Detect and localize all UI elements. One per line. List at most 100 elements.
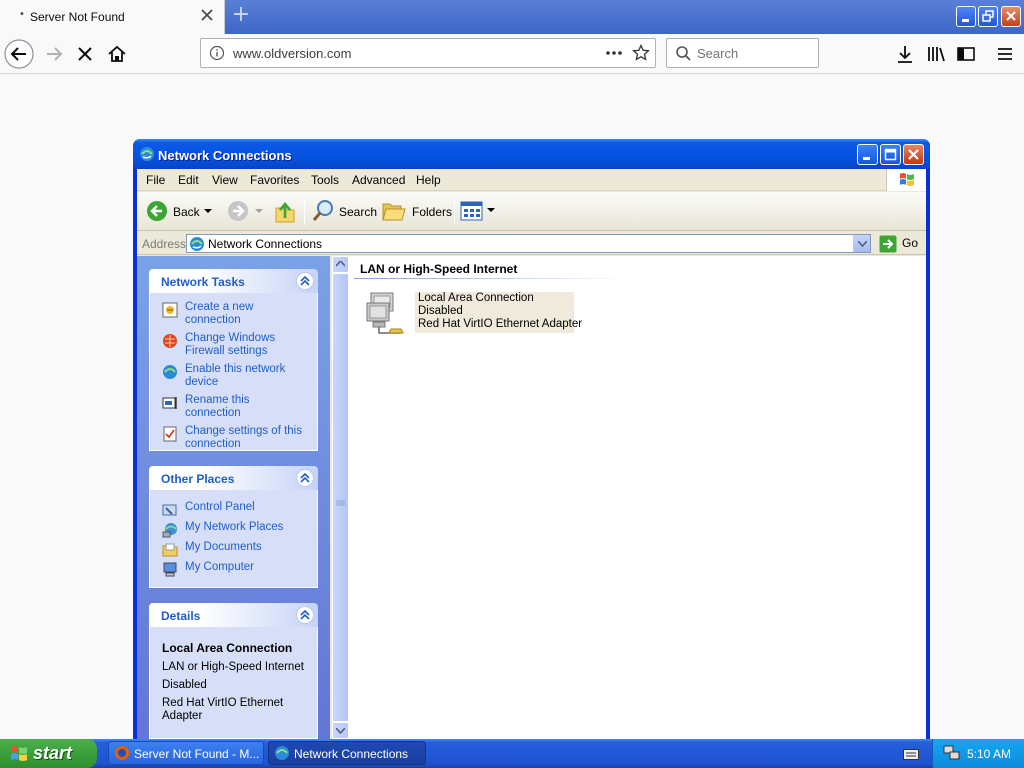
- network-connections-icon: [140, 147, 154, 161]
- task-enable-device[interactable]: Enable this network device: [162, 363, 307, 389]
- site-info-icon[interactable]: [209, 45, 225, 61]
- window-close-button[interactable]: [903, 144, 924, 165]
- browser-minimize-button[interactable]: [956, 6, 976, 27]
- menu-tools[interactable]: Tools: [311, 173, 339, 187]
- menu-favorites[interactable]: Favorites: [250, 173, 299, 187]
- vertical-scrollbar[interactable]: [332, 256, 349, 739]
- sidebar-icon[interactable]: [950, 38, 982, 70]
- browser-search-bar[interactable]: Search: [666, 38, 819, 68]
- task-label: Enable this network device: [185, 363, 286, 388]
- place-my-network-places[interactable]: My Network Places: [162, 521, 307, 538]
- network-places-icon: [162, 523, 177, 538]
- windows-logo: [886, 169, 926, 191]
- content-pane: LAN or High-Speed Internet Local Area Co…: [349, 256, 926, 739]
- collapse-chevron-icon[interactable]: [296, 272, 314, 290]
- start-label: start: [33, 743, 73, 763]
- search-button[interactable]: Search: [309, 197, 377, 225]
- task-create-connection[interactable]: Create a new connection: [162, 301, 307, 327]
- browser-close-button[interactable]: [1001, 6, 1021, 27]
- downloads-icon[interactable]: [889, 38, 921, 70]
- taskbar-button-network-connections[interactable]: Network Connections: [268, 741, 426, 765]
- address-dropdown-button[interactable]: [853, 235, 870, 252]
- menu-advanced[interactable]: Advanced: [352, 173, 405, 187]
- scroll-thumb[interactable]: [332, 273, 349, 722]
- task-firewall-settings[interactable]: Change Windows Firewall settings: [162, 332, 307, 358]
- folders-label: Folders: [412, 205, 453, 219]
- details-panel: Details Local Area Connection LAN or Hig…: [149, 603, 318, 739]
- window-title: Network Connections: [158, 148, 292, 163]
- task-label: Change settings of this connection: [185, 425, 302, 450]
- clock[interactable]: 5:10 AM: [967, 747, 1011, 761]
- window-title-bar[interactable]: Network Connections: [133, 139, 930, 169]
- network-connections-window: Network Connections File Edit View Favor…: [133, 139, 930, 739]
- menu-hamburger-icon[interactable]: [989, 38, 1021, 70]
- close-tab-icon[interactable]: [199, 7, 215, 23]
- minimize-icon: [962, 19, 969, 22]
- task-label: Rename this connection: [185, 394, 250, 419]
- go-label: Go: [902, 236, 919, 250]
- network-tasks-header[interactable]: Network Tasks: [149, 269, 318, 293]
- views-icon: [460, 201, 483, 221]
- search-magnifier-icon: [312, 200, 333, 221]
- details-title: Details: [161, 609, 201, 623]
- network-status-icon[interactable]: [943, 745, 961, 761]
- new-tab-button[interactable]: +: [230, 4, 252, 27]
- collapse-chevron-icon[interactable]: [296, 469, 314, 487]
- properties-icon: [163, 426, 177, 442]
- views-button[interactable]: [460, 200, 496, 222]
- forward-button[interactable]: [224, 197, 264, 225]
- place-my-documents[interactable]: My Documents: [162, 541, 307, 557]
- place-my-computer[interactable]: My Computer: [162, 561, 307, 577]
- folders-button[interactable]: Folders: [380, 197, 452, 225]
- address-field[interactable]: Network Connections: [186, 234, 871, 253]
- my-documents-icon: [162, 543, 178, 557]
- menu-help[interactable]: Help: [416, 173, 441, 187]
- local-area-connection-item[interactable]: Local Area Connection Disabled Red Hat V…: [363, 289, 582, 337]
- back-button[interactable]: Back: [142, 197, 214, 225]
- place-control-panel[interactable]: Control Panel: [162, 501, 307, 516]
- home-icon[interactable]: [101, 38, 133, 70]
- scroll-down-button[interactable]: [332, 722, 349, 739]
- details-body: Local Area Connection LAN or High-Speed …: [149, 627, 318, 739]
- network-connections-icon: [275, 746, 289, 760]
- browser-tab-bar: • Server Not Found +: [0, 0, 1024, 34]
- details-adapter: Red Hat VirtIO Ethernet Adapter: [162, 697, 284, 722]
- forward-arrow-icon[interactable]: [38, 38, 70, 70]
- browser-tab[interactable]: • Server Not Found: [0, 0, 225, 34]
- search-placeholder: Search: [697, 46, 739, 61]
- chevron-up-icon: [336, 261, 345, 267]
- menu-bar: File Edit View Favorites Tools Advanced …: [137, 169, 926, 191]
- collapse-chevron-icon[interactable]: [296, 606, 314, 624]
- window-maximize-button[interactable]: [880, 144, 901, 165]
- network-tasks-body: Create a new connection Change Windows F…: [149, 293, 318, 451]
- task-rename-connection[interactable]: Rename this connection: [162, 394, 307, 420]
- windows-flag-icon: [11, 746, 27, 761]
- library-icon[interactable]: [920, 38, 952, 70]
- rename-icon: [162, 397, 177, 409]
- bookmark-star-icon[interactable]: [632, 44, 650, 62]
- go-button[interactable]: Go: [877, 234, 923, 253]
- menu-view[interactable]: View: [212, 173, 238, 187]
- toolbar-separator: [304, 197, 305, 225]
- details-header[interactable]: Details: [149, 603, 318, 627]
- grip-icon: [336, 500, 345, 506]
- start-button[interactable]: start: [0, 739, 97, 768]
- up-folder-icon[interactable]: [274, 200, 296, 224]
- new-connection-icon: [162, 302, 178, 318]
- menu-edit[interactable]: Edit: [178, 173, 199, 187]
- other-places-header[interactable]: Other Places: [149, 466, 318, 490]
- browser-restore-button[interactable]: [978, 6, 998, 27]
- window-minimize-button[interactable]: [857, 144, 878, 165]
- back-arrow-icon[interactable]: [3, 38, 35, 70]
- stop-loading-icon[interactable]: [69, 38, 101, 70]
- taskbar-button-firefox[interactable]: Server Not Found - M...: [108, 741, 264, 765]
- page-actions-icon[interactable]: [604, 46, 624, 60]
- task-change-settings[interactable]: Change settings of this connection: [162, 425, 307, 451]
- menu-file[interactable]: File: [146, 173, 165, 187]
- url-bar[interactable]: www.oldversion.com: [200, 38, 656, 68]
- keyboard-icon[interactable]: [903, 747, 919, 761]
- scroll-up-button[interactable]: [332, 256, 349, 273]
- minimize-icon: [863, 157, 870, 160]
- back-arrow-icon: [147, 201, 167, 221]
- chevron-down-icon: [336, 728, 345, 734]
